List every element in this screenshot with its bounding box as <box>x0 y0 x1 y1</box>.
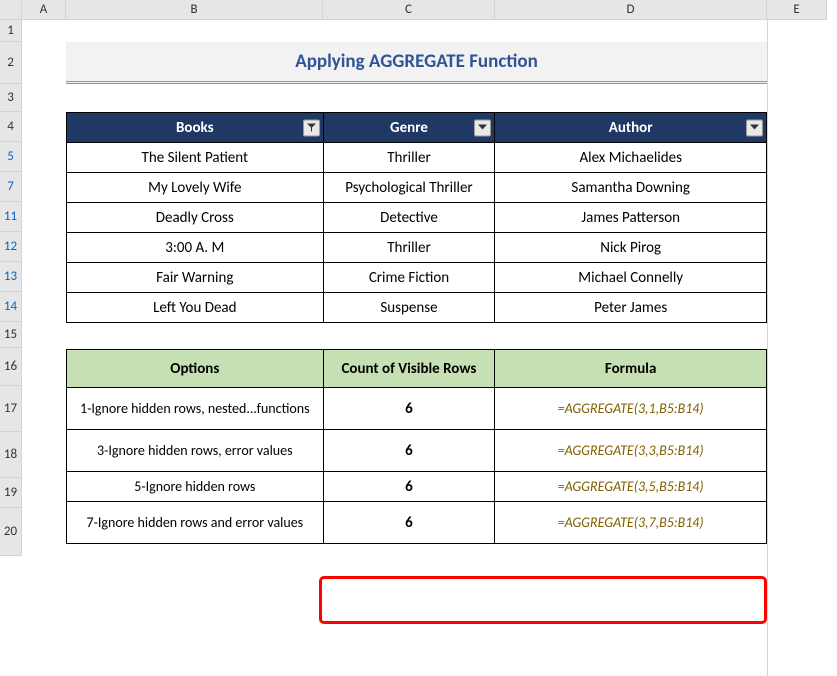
cell[interactable]: Crime Fiction <box>323 263 495 293</box>
filter-active-icon <box>306 122 317 133</box>
filter-button-books[interactable] <box>303 119 320 136</box>
cell[interactable]: Thriller <box>323 143 495 173</box>
table-row[interactable]: Deadly CrossDetectiveJames Patterson <box>67 203 767 233</box>
select-all-corner[interactable] <box>0 0 22 20</box>
author-header[interactable]: Author <box>495 113 767 143</box>
cell[interactable]: My Lovely Wife <box>67 173 324 203</box>
cell[interactable]: Michael Connelly <box>495 263 767 293</box>
row-header[interactable]: 16 <box>0 348 22 386</box>
table-row[interactable]: 3:00 A. MThrillerNick Pirog <box>67 233 767 263</box>
table-row[interactable]: 3-Ignore hidden rows, error values6=AGGR… <box>67 430 767 472</box>
col-header-e[interactable]: E <box>767 0 827 20</box>
cell[interactable]: Suspense <box>323 293 495 323</box>
row-header[interactable]: 1 <box>0 20 22 42</box>
table-row[interactable]: Left You DeadSuspensePeter James <box>67 293 767 323</box>
header-label: Books <box>176 119 214 137</box>
formula-cell[interactable]: =AGGREGATE(3,1,B5:B14) <box>495 388 767 430</box>
count-cell[interactable]: 6 <box>323 388 495 430</box>
cell[interactable]: 3:00 A. M <box>67 233 324 263</box>
option-cell[interactable]: 3-Ignore hidden rows, error values <box>67 430 324 472</box>
chevron-down-icon <box>478 125 487 131</box>
formula-header: Formula <box>495 350 767 388</box>
cell[interactable]: Psychological Thriller <box>323 173 495 203</box>
column-headers: A B C D E <box>0 0 837 20</box>
row-header[interactable]: 14 <box>0 292 22 322</box>
page-title: Applying AGGREGATE Function <box>66 42 767 84</box>
filter-button-author[interactable] <box>746 119 763 136</box>
filter-button-genre[interactable] <box>474 119 491 136</box>
row-header[interactable]: 11 <box>0 202 22 232</box>
chevron-down-icon <box>750 125 759 131</box>
row-header[interactable]: 13 <box>0 262 22 292</box>
table-row[interactable]: 7-Ignore hidden rows and error values6=A… <box>67 502 767 544</box>
cell[interactable]: The Silent Patient <box>67 143 324 173</box>
row-header[interactable]: 12 <box>0 232 22 262</box>
cell[interactable]: Detective <box>323 203 495 233</box>
table-row[interactable]: My Lovely WifePsychological ThrillerSama… <box>67 173 767 203</box>
formula-cell[interactable]: =AGGREGATE(3,3,B5:B14) <box>495 430 767 472</box>
books-table: Books Genre Author <box>66 112 767 323</box>
highlight-annotation <box>319 576 767 624</box>
row-header[interactable]: 17 <box>0 386 22 432</box>
row-header[interactable]: 20 <box>0 508 22 556</box>
cell[interactable]: Nick Pirog <box>495 233 767 263</box>
table-row[interactable]: Fair WarningCrime FictionMichael Connell… <box>67 263 767 293</box>
cell[interactable]: Left You Dead <box>67 293 324 323</box>
col-header-a[interactable]: A <box>22 0 66 20</box>
option-cell[interactable]: 1-Ignore hidden rows, nested...functions <box>67 388 324 430</box>
row-header[interactable]: 18 <box>0 432 22 478</box>
row-headers: 1 2 3 4 5 7 11 12 13 14 15 16 17 18 19 2… <box>0 20 22 556</box>
col-header-d[interactable]: D <box>495 0 767 20</box>
table-row[interactable]: 1-Ignore hidden rows, nested...functions… <box>67 388 767 430</box>
count-cell[interactable]: 6 <box>323 502 495 544</box>
cell[interactable]: Fair Warning <box>67 263 324 293</box>
header-label: Genre <box>390 119 428 137</box>
formula-cell[interactable]: =AGGREGATE(3,5,B5:B14) <box>495 472 767 502</box>
option-cell[interactable]: 5-Ignore hidden rows <box>67 472 324 502</box>
cell[interactable]: Thriller <box>323 233 495 263</box>
formula-cell[interactable]: =AGGREGATE(3,7,B5:B14) <box>495 502 767 544</box>
cell[interactable]: James Patterson <box>495 203 767 233</box>
row-header[interactable]: 4 <box>0 112 22 142</box>
row-header[interactable]: 15 <box>0 322 22 348</box>
table-row[interactable]: 5-Ignore hidden rows6=AGGREGATE(3,5,B5:B… <box>67 472 767 502</box>
cell[interactable]: Samantha Downing <box>495 173 767 203</box>
col-header-b[interactable]: B <box>66 0 323 20</box>
cell[interactable]: Peter James <box>495 293 767 323</box>
cell[interactable]: Alex Michaelides <box>495 143 767 173</box>
table-row[interactable]: The Silent PatientThrillerAlex Michaelid… <box>67 143 767 173</box>
header-label: Author <box>609 119 653 137</box>
option-cell[interactable]: 7-Ignore hidden rows and error values <box>67 502 324 544</box>
options-header: Options <box>67 350 324 388</box>
row-header[interactable]: 3 <box>0 84 22 112</box>
books-header[interactable]: Books <box>67 113 324 143</box>
row-header[interactable]: 7 <box>0 172 22 202</box>
count-cell[interactable]: 6 <box>323 472 495 502</box>
row-header[interactable]: 2 <box>0 42 22 84</box>
genre-header[interactable]: Genre <box>323 113 495 143</box>
row-header[interactable]: 19 <box>0 478 22 508</box>
row-header[interactable]: 5 <box>0 142 22 172</box>
options-table: Options Count of Visible Rows Formula 1-… <box>66 349 767 544</box>
count-header: Count of Visible Rows <box>323 350 495 388</box>
count-cell[interactable]: 6 <box>323 430 495 472</box>
col-header-c[interactable]: C <box>323 0 495 20</box>
cell[interactable]: Deadly Cross <box>67 203 324 233</box>
